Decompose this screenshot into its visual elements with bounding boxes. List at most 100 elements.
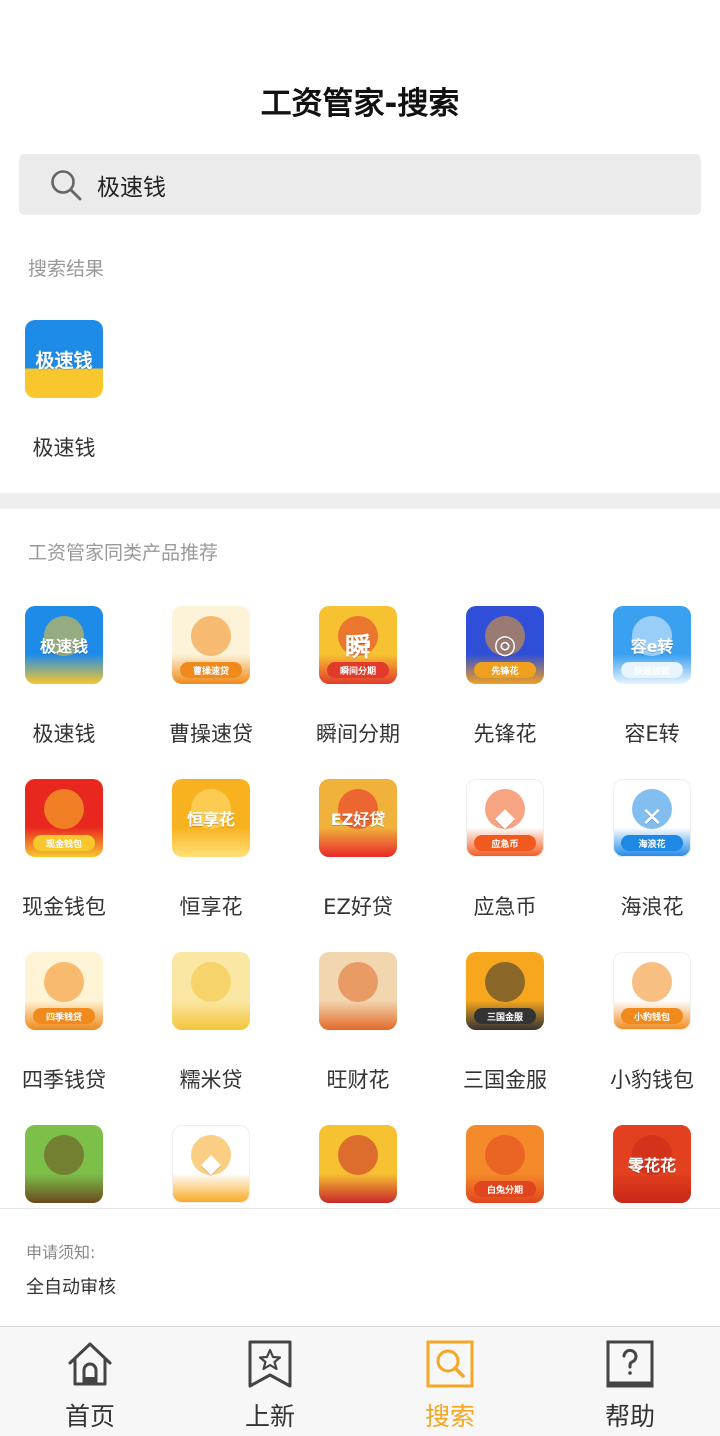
app-icon-emblem (44, 789, 84, 829)
app-icon-emblem (44, 962, 84, 1002)
recommend-item[interactable] (286, 1125, 430, 1203)
app-icon-label: 极速钱 (39, 637, 88, 656)
recommend-item[interactable]: ✕ 海浪花海浪花 (580, 779, 720, 921)
app-icon: EZ好贷 (319, 779, 397, 857)
app-icon-ribbon: 白兔分期 (474, 1181, 536, 1197)
recommend-item[interactable]: 旺财花 (286, 952, 430, 1094)
tab-help[interactable]: 帮助 (540, 1327, 720, 1436)
search-input[interactable] (97, 171, 657, 198)
app-icon-label: 零花花 (627, 1156, 676, 1175)
tab-label: 搜索 (424, 1402, 475, 1431)
recommend-item[interactable]: 恒享花 恒享花 (139, 779, 283, 921)
tab-label: 上新 (244, 1402, 295, 1431)
recommend-item[interactable]: 极速钱 极速钱 (0, 606, 136, 748)
jisuqian-app-icon: 极速钱 (25, 320, 103, 398)
recommend-item[interactable]: 曹操速贷 曹操速贷 (139, 606, 283, 748)
app-icon: 曹操速贷 (172, 606, 250, 684)
app-name: 曹操速贷 (169, 722, 253, 746)
notice-text: 全自动审核 (26, 1277, 116, 1298)
app-icon-label: 瞬 (344, 632, 371, 663)
search-bar[interactable] (19, 154, 701, 215)
recommend-item[interactable]: 零花花 (580, 1125, 720, 1203)
app-icon: 三国金服 (466, 952, 544, 1030)
app-icon-emblem (485, 962, 525, 1002)
app-name: 四季钱贷 (22, 1068, 106, 1092)
app-icon: 小豹钱包 (613, 952, 691, 1030)
help-icon (606, 1340, 654, 1388)
app-icon-label: ◆ (495, 803, 515, 833)
tab-label: 帮助 (604, 1402, 655, 1431)
recommend-item[interactable]: 瞬瞬间分期 瞬间分期 (286, 606, 430, 748)
app-icon-emblem (485, 1135, 525, 1175)
recommend-item[interactable]: 三国金服 三国金服 (433, 952, 577, 1094)
recommend-item[interactable]: 现金钱包 现金钱包 (0, 779, 136, 921)
app-icon-ribbon: 先锋花 (474, 662, 536, 678)
app-icon-ribbon: 四季钱贷 (33, 1008, 95, 1024)
recommend-item[interactable]: ◆ (139, 1125, 283, 1203)
app-icon-ribbon: 三国金服 (474, 1008, 536, 1024)
page-title: 工资管家-搜索 (260, 86, 460, 122)
app-icon-label: ✕ (641, 803, 663, 833)
recommend-label: 工资管家同类产品推荐 (28, 542, 219, 564)
tab-home[interactable]: 首页 (0, 1327, 180, 1436)
app-icon: ✕ 海浪花 (613, 779, 691, 857)
app-icon: 四季钱贷 (25, 952, 103, 1030)
app-icon-emblem (191, 616, 231, 656)
app-name: 先锋花 (473, 722, 537, 746)
section-divider (0, 493, 720, 509)
app-name: 海浪花 (620, 895, 684, 919)
recommend-item[interactable] (0, 1125, 136, 1203)
app-icon-emblem (338, 1135, 378, 1175)
recommend-item[interactable]: 容e转 快速放款 容E转 (580, 606, 720, 748)
app-icon: ◎ 先锋花 (466, 606, 544, 684)
tab-new[interactable]: 上新 (180, 1327, 360, 1436)
result-item[interactable]: 极速钱 极速钱 (14, 320, 114, 462)
app-name: 现金钱包 (22, 895, 106, 919)
app-icon (319, 1125, 397, 1203)
app-icon: 瞬瞬间分期 (319, 606, 397, 684)
notice-panel: 申请须知: 全自动审核 (0, 1208, 720, 1326)
new-bookmark-icon (248, 1340, 292, 1388)
results-label: 搜索结果 (28, 258, 105, 280)
app-name: 小豹钱包 (610, 1068, 694, 1092)
app-icon-emblem (632, 962, 672, 1002)
app-icon-ribbon: 瞬间分期 (327, 662, 389, 678)
app-name: 三国金服 (463, 1068, 547, 1092)
app-icon: ◆ (172, 1125, 250, 1203)
recommend-item[interactable]: ◆ 应急币应急币 (433, 779, 577, 921)
recommend-item[interactable]: 白兔分期 (433, 1125, 577, 1203)
search-icon (51, 169, 82, 200)
app-name: 恒享花 (179, 895, 243, 919)
app-icon: 白兔分期 (466, 1125, 544, 1203)
app-name: 容E转 (624, 722, 680, 746)
app-icon: 零花花 (613, 1125, 691, 1203)
recommend-item[interactable]: 糯米贷 (139, 952, 283, 1094)
app-name: EZ好贷 (323, 895, 393, 919)
tab-bar: 首页 上新 搜索 帮助 (0, 1326, 720, 1436)
app-icon: 现金钱包 (25, 779, 103, 857)
app-icon: ◆ 应急币 (466, 779, 544, 857)
app-name: 极速钱 (32, 436, 96, 460)
app-icon-ribbon: 小豹钱包 (621, 1008, 683, 1024)
app-icon-emblem (338, 962, 378, 1002)
app-name: 瞬间分期 (316, 722, 400, 746)
recommend-item[interactable]: ◎ 先锋花 先锋花 (433, 606, 577, 748)
app-icon: 极速钱 (25, 606, 103, 684)
app-icon-label: ◎ (493, 630, 517, 660)
app-icon-label: 容e转 (630, 637, 674, 656)
app-name: 糯米贷 (179, 1068, 243, 1092)
app-icon-ribbon: 曹操速贷 (180, 662, 242, 678)
app-icon-label: 恒享花 (186, 810, 235, 829)
app-icon (172, 952, 250, 1030)
app-name: 极速钱 (32, 722, 96, 746)
app-icon-label: EZ好贷 (330, 810, 386, 829)
home-icon (68, 1342, 112, 1386)
app-icon (25, 1125, 103, 1203)
recommend-item[interactable]: 四季钱贷 四季钱贷 (0, 952, 136, 1094)
recommend-item[interactable]: 小豹钱包 小豹钱包 (580, 952, 720, 1094)
app-name: 旺财花 (326, 1068, 390, 1092)
recommend-item[interactable]: EZ好贷 EZ好贷 (286, 779, 430, 921)
app-name: 应急币 (473, 895, 537, 919)
tab-search[interactable]: 搜索 (360, 1327, 540, 1436)
tab-label: 首页 (64, 1402, 115, 1431)
